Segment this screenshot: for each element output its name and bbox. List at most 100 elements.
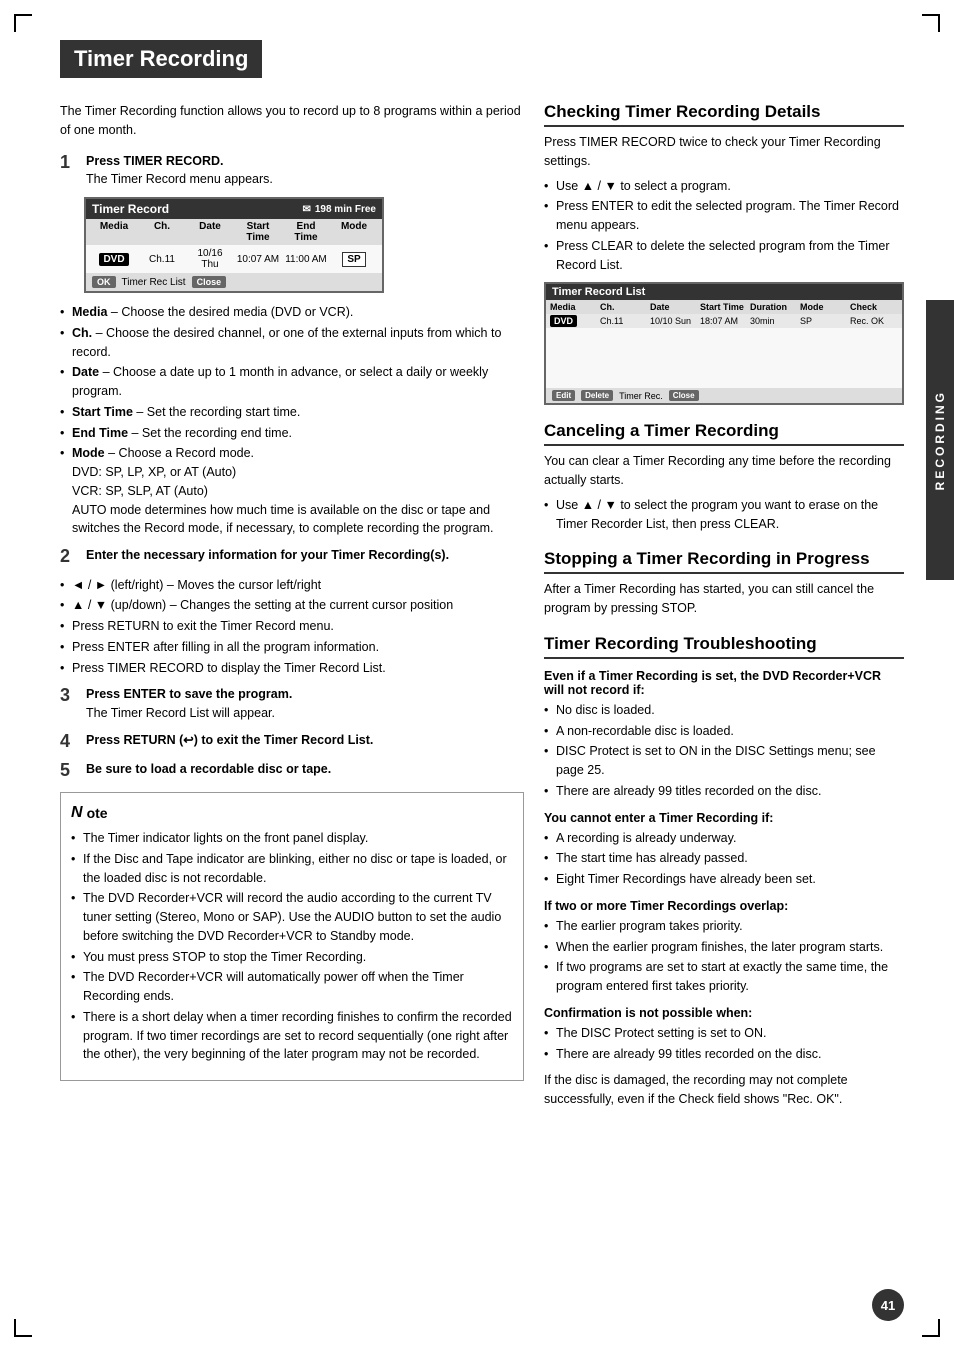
step-5: 5 Be sure to load a recordable disc or t… <box>60 760 524 782</box>
note-item-2: The DVD Recorder+VCR will record the aud… <box>71 889 513 945</box>
step-5-bold: Be sure to load a recordable disc or tap… <box>86 762 331 776</box>
ts-bullets-3: The earlier program takes priority. When… <box>544 917 904 996</box>
ts-heading-1: Even if a Timer Recording is set, the DV… <box>544 669 904 697</box>
dvd-badge: DVD <box>99 253 128 266</box>
step-4-text: Press RETURN (↩) to exit the Timer Recor… <box>86 731 373 750</box>
note-item-5: There is a short delay when a timer reco… <box>71 1008 513 1064</box>
page: RECORDING Timer Recording The Timer Reco… <box>0 0 954 1351</box>
note-box: N ote The Timer indicator lights on the … <box>60 792 524 1081</box>
bullet-media: Media – Choose the desired media (DVD or… <box>60 303 524 322</box>
step-2-number: 2 <box>60 546 78 568</box>
ts4-bullet-0: The DISC Protect setting is set to ON. <box>544 1024 904 1043</box>
step-3-desc: The Timer Record List will appear. <box>86 706 275 720</box>
checking-intro: Press TIMER RECORD twice to check your T… <box>544 133 904 171</box>
corner-mark-br <box>922 1319 940 1337</box>
ts3-bullet-0: The earlier program takes priority. <box>544 917 904 936</box>
ts-heading-4: Confirmation is not possible when: <box>544 1006 904 1020</box>
step-2-text: Enter the necessary information for your… <box>86 546 449 565</box>
ts2-bullet-1: The start time has already passed. <box>544 849 904 868</box>
step-1-number: 1 <box>60 152 78 174</box>
ts2-bullet-2: Eight Timer Recordings have already been… <box>544 870 904 889</box>
timer-record-cols: Media Ch. Date Start Time End Time Mode <box>86 219 382 245</box>
step-4-bold: Press RETURN (↩) to exit the Timer Recor… <box>86 733 373 747</box>
bullet-s2-1: ◄ / ► (left/right) – Moves the cursor le… <box>60 576 524 595</box>
canceling-section-heading: Canceling a Timer Recording <box>544 421 904 446</box>
bullet-end-time: End Time – Set the recording end time. <box>60 424 524 443</box>
ts4-bullet-1: There are already 99 titles recorded on … <box>544 1045 904 1064</box>
timer-record-title: Timer Record <box>92 202 169 216</box>
timer-list-cols: Media Ch. Date Start Time Duration Mode … <box>546 300 902 314</box>
close-button[interactable]: Close <box>192 276 227 288</box>
timer-list-empty-rows <box>546 328 902 388</box>
ts-bullets-4: The DISC Protect setting is set to ON. T… <box>544 1024 904 1064</box>
timer-rec-list-label: Timer Rec List <box>122 277 186 288</box>
corner-mark-tl <box>14 14 32 32</box>
canceling-intro: You can clear a Timer Recording any time… <box>544 452 904 490</box>
tl-dvd-badge: DVD <box>550 315 577 327</box>
left-column: The Timer Recording function allows you … <box>60 102 524 1115</box>
troubleshooting-section-heading: Timer Recording Troubleshooting <box>544 634 904 659</box>
timer-record-min-free: ✉ 198 min Free <box>302 204 376 215</box>
timer-list-ui: Timer Record List Media Ch. Date Start T… <box>544 282 904 405</box>
ts2-bullet-0: A recording is already underway. <box>544 829 904 848</box>
ts-heading-2: You cannot enter a Timer Recording if: <box>544 811 904 825</box>
ts-bullets-1: No disc is loaded. A non-recordable disc… <box>544 701 904 801</box>
tl-delete-button[interactable]: Delete <box>581 390 613 401</box>
checking-bullets: Use ▲ / ▼ to select a program. Press ENT… <box>544 177 904 275</box>
step-3-bold: Press ENTER to save the program. <box>86 687 292 701</box>
page-number: 41 <box>872 1289 904 1321</box>
ts3-bullet-2: If two programs are set to start at exac… <box>544 958 904 996</box>
ts-heading-3: If two or more Timer Recordings overlap: <box>544 899 904 913</box>
note-item-0: The Timer indicator lights on the front … <box>71 829 513 848</box>
note-item-3: You must press STOP to stop the Timer Re… <box>71 948 513 967</box>
step-3-text: Press ENTER to save the program. The Tim… <box>86 685 292 723</box>
sp-badge: SP <box>342 252 365 267</box>
step-4-number: 4 <box>60 731 78 753</box>
checking-bullet-2: Press CLEAR to delete the selected progr… <box>544 237 904 275</box>
step-5-text: Be sure to load a recordable disc or tap… <box>86 760 331 779</box>
ts-bullets-2: A recording is already underway. The sta… <box>544 829 904 889</box>
tl-close-button[interactable]: Close <box>669 390 699 401</box>
page-title: Timer Recording <box>60 40 262 78</box>
timer-record-footer: OK Timer Rec List Close <box>86 273 382 291</box>
bullet-start-time: Start Time – Set the recording start tim… <box>60 403 524 422</box>
step-2-bold: Enter the necessary information for your… <box>86 548 449 562</box>
bullet-mode: Mode – Choose a Record mode. DVD: SP, LP… <box>60 444 524 538</box>
timer-list-header: Timer Record List <box>546 284 902 300</box>
step-4: 4 Press RETURN (↩) to exit the Timer Rec… <box>60 731 524 753</box>
checking-bullet-0: Use ▲ / ▼ to select a program. <box>544 177 904 196</box>
timer-record-row: DVD Ch.11 10/16 Thu 10:07 AM 11:00 AM SP <box>86 245 382 273</box>
step-1: 1 Press TIMER RECORD. The Timer Record m… <box>60 152 524 190</box>
canceling-bullets: Use ▲ / ▼ to select the program you want… <box>544 496 904 534</box>
timer-list-footer: Edit Delete Timer Rec. Close <box>546 388 902 403</box>
step-1-bullets: Media – Choose the desired media (DVD or… <box>60 303 524 538</box>
ts3-bullet-1: When the earlier program finishes, the l… <box>544 938 904 957</box>
bullet-s2-3: Press RETURN to exit the Timer Record me… <box>60 617 524 636</box>
corner-mark-bl <box>14 1319 32 1337</box>
tl-edit-button[interactable]: Edit <box>552 390 575 401</box>
bullet-s2-2: ▲ / ▼ (up/down) – Changes the setting at… <box>60 596 524 615</box>
timer-record-header: Timer Record ✉ 198 min Free <box>86 199 382 219</box>
corner-mark-tr <box>922 14 940 32</box>
step-2: 2 Enter the necessary information for yo… <box>60 546 524 568</box>
step-1-text: Press TIMER RECORD. The Timer Record men… <box>86 152 273 190</box>
bullet-s2-5: Press TIMER RECORD to display the Timer … <box>60 659 524 678</box>
ts1-bullet-0: No disc is loaded. <box>544 701 904 720</box>
bullet-ch: Ch. – Choose the desired channel, or one… <box>60 324 524 362</box>
step-3: 3 Press ENTER to save the program. The T… <box>60 685 524 723</box>
timer-record-ui: Timer Record ✉ 198 min Free Media Ch. Da… <box>84 197 384 293</box>
checking-section-heading: Checking Timer Recording Details <box>544 102 904 127</box>
ok-button[interactable]: OK <box>92 276 116 288</box>
note-item-1: If the Disc and Tape indicator are blink… <box>71 850 513 888</box>
ts-footer: If the disc is damaged, the recording ma… <box>544 1071 904 1109</box>
bullet-s2-4: Press ENTER after filling in all the pro… <box>60 638 524 657</box>
main-content: The Timer Recording function allows you … <box>60 102 904 1115</box>
recording-side-label: RECORDING <box>926 300 954 580</box>
canceling-bullet-0: Use ▲ / ▼ to select the program you want… <box>544 496 904 534</box>
step-5-number: 5 <box>60 760 78 782</box>
intro-text: The Timer Recording function allows you … <box>60 102 524 140</box>
right-column: Checking Timer Recording Details Press T… <box>544 102 904 1115</box>
note-bullets: The Timer indicator lights on the front … <box>71 829 513 1064</box>
stopping-intro: After a Timer Recording has started, you… <box>544 580 904 618</box>
ts1-bullet-1: A non-recordable disc is loaded. <box>544 722 904 741</box>
